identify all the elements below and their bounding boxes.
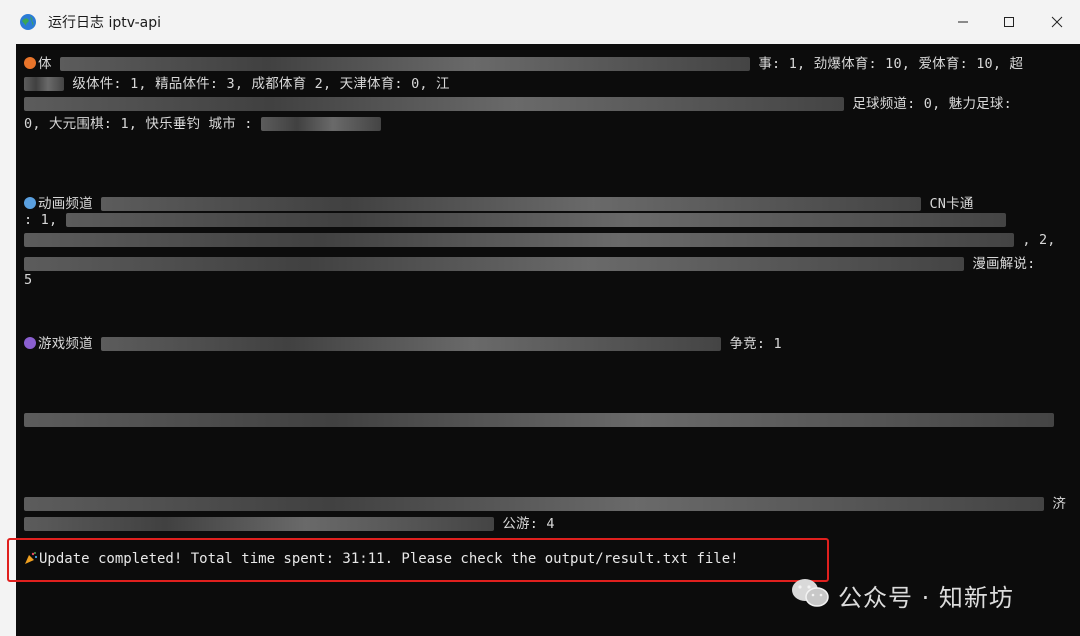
log-line: 体 事: 1, 劲爆体育: 10, 爱体育: 10, 超: [24, 52, 1070, 72]
sports-icon: [24, 57, 36, 69]
watermark: 公众号 · 知新坊: [790, 575, 1014, 615]
minimize-button[interactable]: [940, 0, 986, 44]
wechat-icon: [790, 576, 830, 614]
redacted-text: [24, 97, 844, 111]
animation-icon: [24, 197, 36, 209]
log-line: , 2,: [24, 232, 1070, 248]
redacted-text: [24, 233, 1014, 247]
redacted-text: [260, 117, 381, 131]
close-icon: [1051, 13, 1063, 32]
log-line: 公游: 4: [24, 512, 1070, 532]
redacted-text: [24, 77, 64, 91]
party-popper-icon: [24, 551, 38, 565]
log-line: 济: [24, 492, 1070, 512]
maximize-icon: [1003, 13, 1015, 32]
redacted-text: [101, 197, 922, 211]
log-line: 级体件: 1, 精品体件: 3, 成都体育 2, 天津体育: 0, 江: [24, 72, 1070, 92]
log-line: 动画频道 CN卡通: [24, 192, 1070, 212]
window-titlebar[interactable]: 运行日志 iptv-api: [0, 0, 1080, 44]
log-line: 游戏频道 争竞: 1: [24, 332, 1070, 352]
redacted-text: [65, 213, 1006, 227]
game-icon: [24, 337, 36, 349]
redacted-text: [60, 57, 751, 71]
maximize-button[interactable]: [986, 0, 1032, 44]
redacted-text: [24, 413, 1054, 427]
log-line: [24, 412, 1070, 428]
app-globe-icon: [18, 12, 38, 32]
watermark-text: 公众号 · 知新坊: [838, 583, 1014, 612]
log-line: 足球频道: 0, 魅力足球:: [24, 92, 1070, 112]
redacted-text: [24, 497, 1044, 511]
redacted-text: [24, 257, 964, 271]
completion-message: Update completed! Total time spent: 31:1…: [24, 551, 739, 567]
close-button[interactable]: [1034, 0, 1080, 44]
log-line: : 1,: [24, 212, 1070, 228]
redacted-text: [101, 337, 722, 351]
log-line: 5: [24, 272, 33, 288]
redacted-text: [24, 517, 494, 531]
log-line: 漫画解说:: [24, 252, 1070, 272]
log-line: 0, 大元围棋: 1, 快乐垂钓 城市 :: [24, 112, 1070, 132]
minimize-icon: [957, 13, 969, 32]
window-title: 运行日志 iptv-api: [48, 15, 162, 31]
